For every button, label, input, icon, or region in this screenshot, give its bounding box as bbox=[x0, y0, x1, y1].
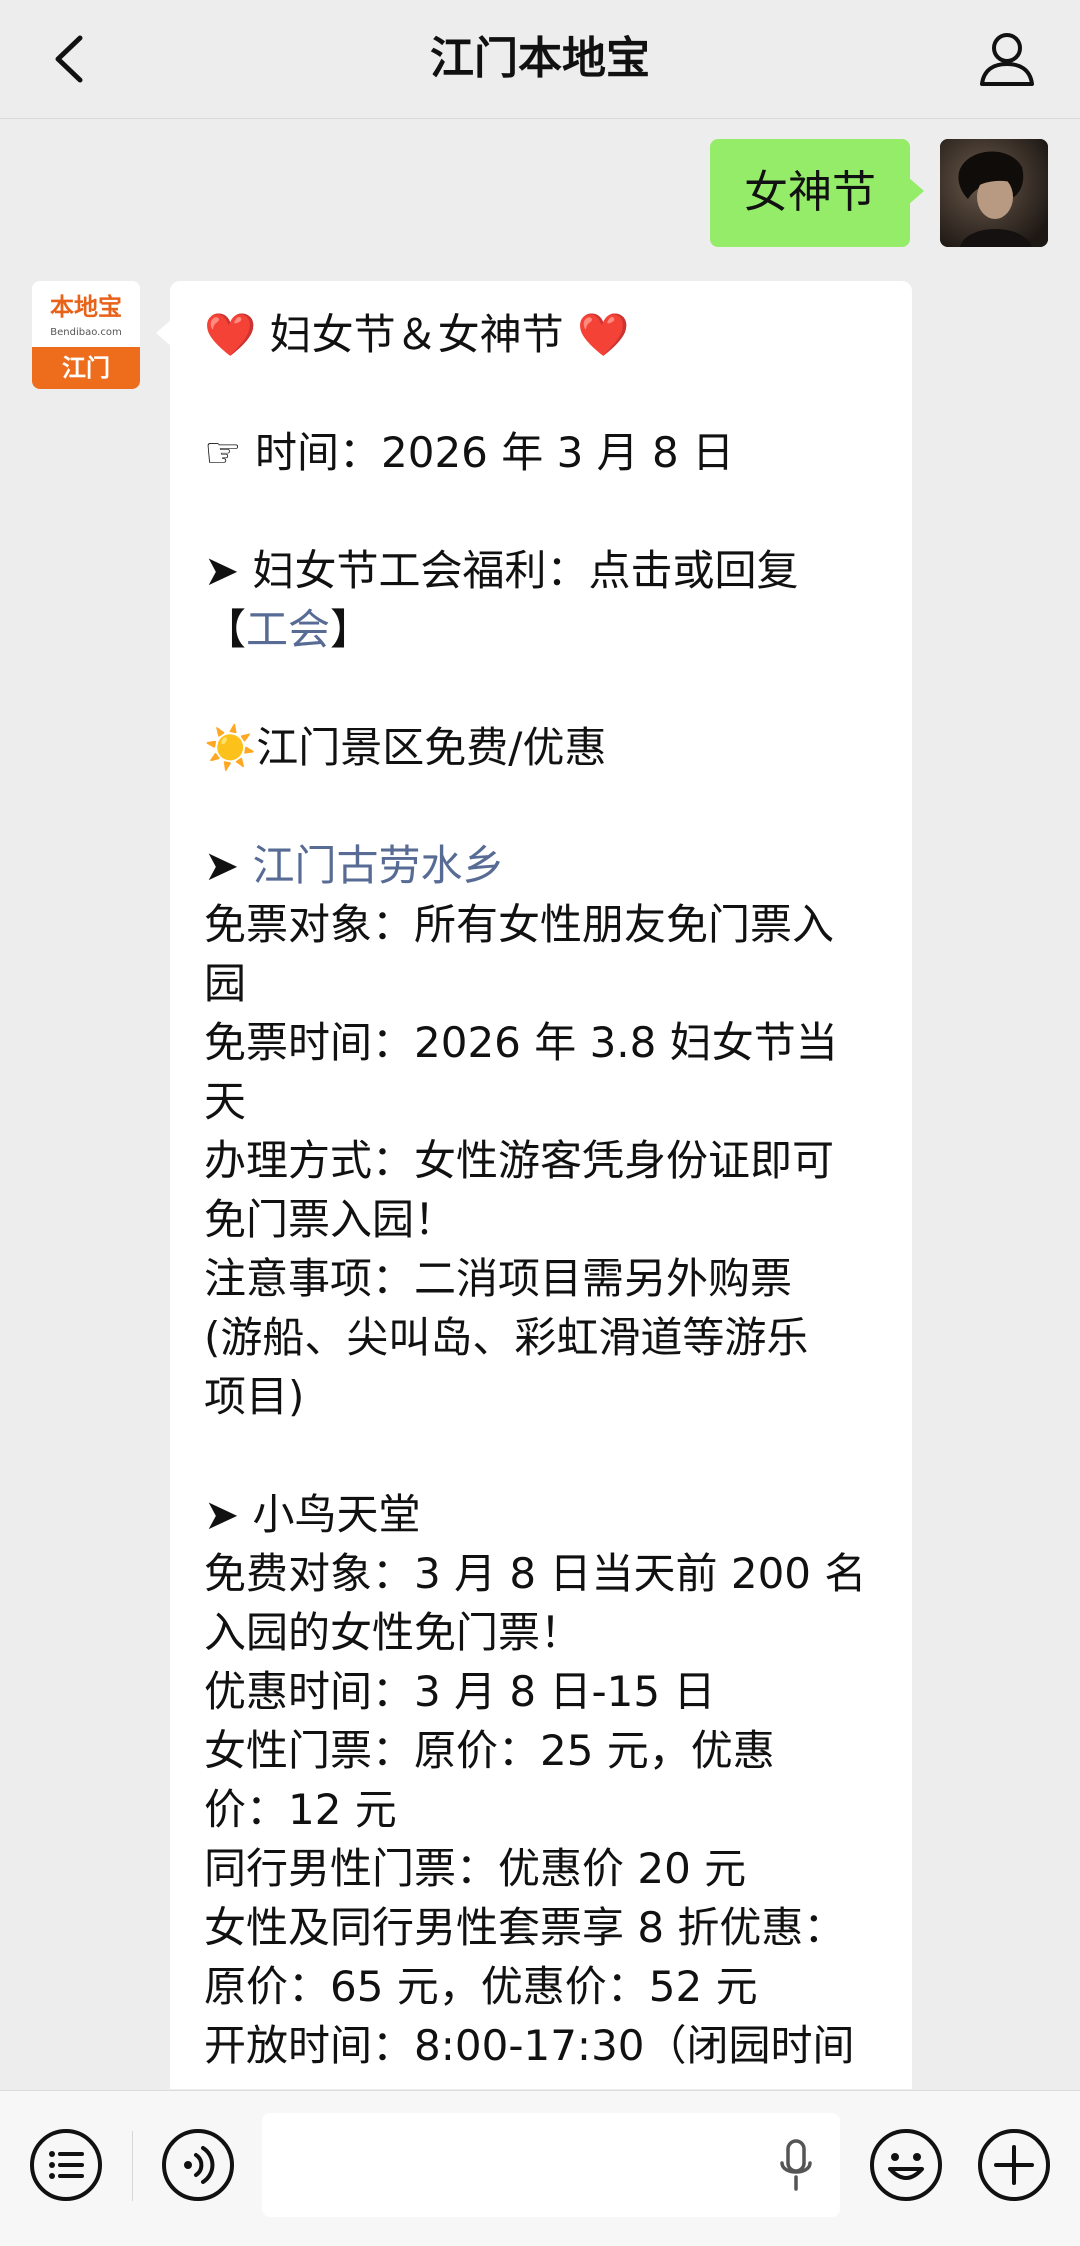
article-text: 优惠时间：3 月 8 日-15 日 bbox=[204, 1667, 716, 1716]
chat-title: 江门本地宝 bbox=[430, 33, 650, 84]
article-line: 女性及同行男性套票享 8 折优惠： bbox=[204, 1898, 878, 1957]
article-line: ❤️ 妇女节＆女神节 ❤️ bbox=[204, 305, 878, 364]
article-text: 女性及同行男性套票享 8 折优惠： bbox=[204, 1903, 846, 1952]
article-line: 原价：65 元，优惠价：52 元 bbox=[204, 1957, 878, 2016]
article-text: 原价：65 元，优惠价：52 元 bbox=[204, 1962, 758, 2011]
article-text: 办理方式：女性游客凭身份证即可 bbox=[204, 1136, 835, 1185]
article-text: ➤ 妇女节工会福利：点击或回复 bbox=[204, 546, 799, 595]
article-line: ➤ 妇女节工会福利：点击或回复 bbox=[204, 541, 878, 600]
article-line: 【工会】 bbox=[204, 600, 878, 659]
brand-city: 江门 bbox=[32, 347, 140, 389]
brand-domain: Bendibao.com bbox=[50, 327, 122, 338]
article-text: 开放时间：8:00-17:30（闭园时间 bbox=[204, 2021, 855, 2070]
article-text: 女性门票：原价：25 元，优惠 bbox=[204, 1726, 775, 1775]
article-line: 免费对象：3 月 8 日当天前 200 名 bbox=[204, 1544, 878, 1603]
voice-icon[interactable] bbox=[160, 2127, 236, 2203]
bracket-text: 【 bbox=[204, 605, 247, 654]
article-text: 同行男性门票：优惠价 20 元 bbox=[204, 1844, 747, 1893]
heart-icon: ❤️ bbox=[577, 310, 630, 359]
article-text: 天 bbox=[204, 1077, 247, 1126]
toolbar-divider bbox=[132, 2131, 133, 2201]
article-text: ☀️江门景区免费/优惠 bbox=[204, 723, 607, 772]
article-text: ➤ 小鸟天堂 bbox=[204, 1490, 421, 1539]
article-text: 价：12 元 bbox=[204, 1785, 397, 1834]
article-line: (游船、尖叫岛、彩虹滑道等游乐 bbox=[204, 1308, 878, 1367]
article-line bbox=[204, 482, 878, 541]
article-line: 价：12 元 bbox=[204, 1780, 878, 1839]
article-text: (游船、尖叫岛、彩虹滑道等游乐 bbox=[204, 1313, 809, 1362]
article-line: 入园的女性免门票！ bbox=[204, 1603, 878, 1662]
user-avatar[interactable] bbox=[940, 139, 1048, 247]
article-text: 免票对象：所有女性朋友免门票入 bbox=[204, 900, 835, 949]
sent-bubble[interactable]: 女神节 bbox=[710, 139, 924, 247]
article-line: 注意事项：二消项目需另外购票 bbox=[204, 1249, 878, 1308]
article-line bbox=[204, 659, 878, 718]
article-line: 天 bbox=[204, 1072, 878, 1131]
article-text: ☞ 时间：2026 年 3 月 8 日 bbox=[204, 428, 735, 477]
microphone-icon[interactable] bbox=[776, 2135, 816, 2195]
article-text: 入园的女性免门票！ bbox=[204, 1608, 583, 1657]
article-content: ❤️ 妇女节＆女神节 ❤️ ☞ 时间：2026 年 3 月 8 日 ➤ 妇女节工会福… bbox=[170, 281, 912, 2075]
article-line: ☞ 时间：2026 年 3 月 8 日 bbox=[204, 423, 878, 482]
article-bubble[interactable]: ❤️ 妇女节＆女神节 ❤️ ☞ 时间：2026 年 3 月 8 日 ➤ 妇女节工会福… bbox=[170, 281, 912, 2089]
article-line: 免票对象：所有女性朋友免门票入 bbox=[204, 895, 878, 954]
article-text: 免票时间：2026 年 3.8 妇女节当 bbox=[204, 1018, 838, 1067]
article-line: 免票时间：2026 年 3.8 妇女节当 bbox=[204, 1013, 878, 1072]
plus-icon[interactable] bbox=[976, 2127, 1052, 2203]
brand-name: 本地宝 bbox=[50, 293, 122, 321]
article-text: 妇女节＆女神节 bbox=[256, 310, 577, 359]
article-text: 注意事项：二消项目需另外购票 bbox=[204, 1254, 793, 1303]
article-line: 项目) bbox=[204, 1367, 878, 1426]
article-line: ➤ 小鸟天堂 bbox=[204, 1485, 878, 1544]
heart-icon: ❤️ bbox=[204, 310, 257, 359]
article-text: 免费对象：3 月 8 日当天前 200 名 bbox=[204, 1549, 867, 1598]
user-icon[interactable] bbox=[972, 24, 1042, 94]
article-text: 项目) bbox=[204, 1372, 305, 1421]
list-icon[interactable] bbox=[28, 2127, 104, 2203]
article-link[interactable]: 江门古劳水乡 bbox=[253, 841, 505, 890]
article-line: 免门票入园！ bbox=[204, 1190, 878, 1249]
article-line: ☀️江门景区免费/优惠 bbox=[204, 718, 878, 777]
article-line: ➤ 江门古劳水乡 bbox=[204, 836, 878, 895]
article-line bbox=[204, 364, 878, 423]
chat-area[interactable]: 女神节 本地宝 Bendibao.com 江门 ❤️ 妇女节＆女神节 ❤️ ☞ … bbox=[0, 119, 1080, 2089]
article-line bbox=[204, 1426, 878, 1485]
article-line bbox=[204, 777, 878, 836]
article-line: 办理方式：女性游客凭身份证即可 bbox=[204, 1131, 878, 1190]
article-text: 园 bbox=[204, 959, 247, 1008]
message-input[interactable] bbox=[262, 2113, 840, 2217]
article-link[interactable]: 工会 bbox=[246, 605, 330, 654]
brand-avatar[interactable]: 本地宝 Bendibao.com 江门 bbox=[32, 281, 140, 389]
article-line: 同行男性门票：优惠价 20 元 bbox=[204, 1839, 878, 1898]
smiley-icon[interactable] bbox=[868, 2127, 944, 2203]
article-text: 免门票入园！ bbox=[204, 1195, 457, 1244]
brand-logo: 本地宝 Bendibao.com bbox=[32, 281, 140, 347]
article-line: 女性门票：原价：25 元，优惠 bbox=[204, 1721, 878, 1780]
input-toolbar bbox=[0, 2090, 1080, 2246]
arrow-text: ➤ bbox=[204, 841, 253, 890]
article-line: 优惠时间：3 月 8 日-15 日 bbox=[204, 1662, 878, 1721]
bracket-text: 】 bbox=[330, 605, 373, 654]
article-line: 园 bbox=[204, 954, 878, 1013]
chat-header: 江门本地宝 bbox=[0, 0, 1080, 119]
article-line: 开放时间：8:00-17:30（闭园时间 bbox=[204, 2016, 878, 2075]
user-avatar-photo bbox=[940, 139, 1048, 247]
